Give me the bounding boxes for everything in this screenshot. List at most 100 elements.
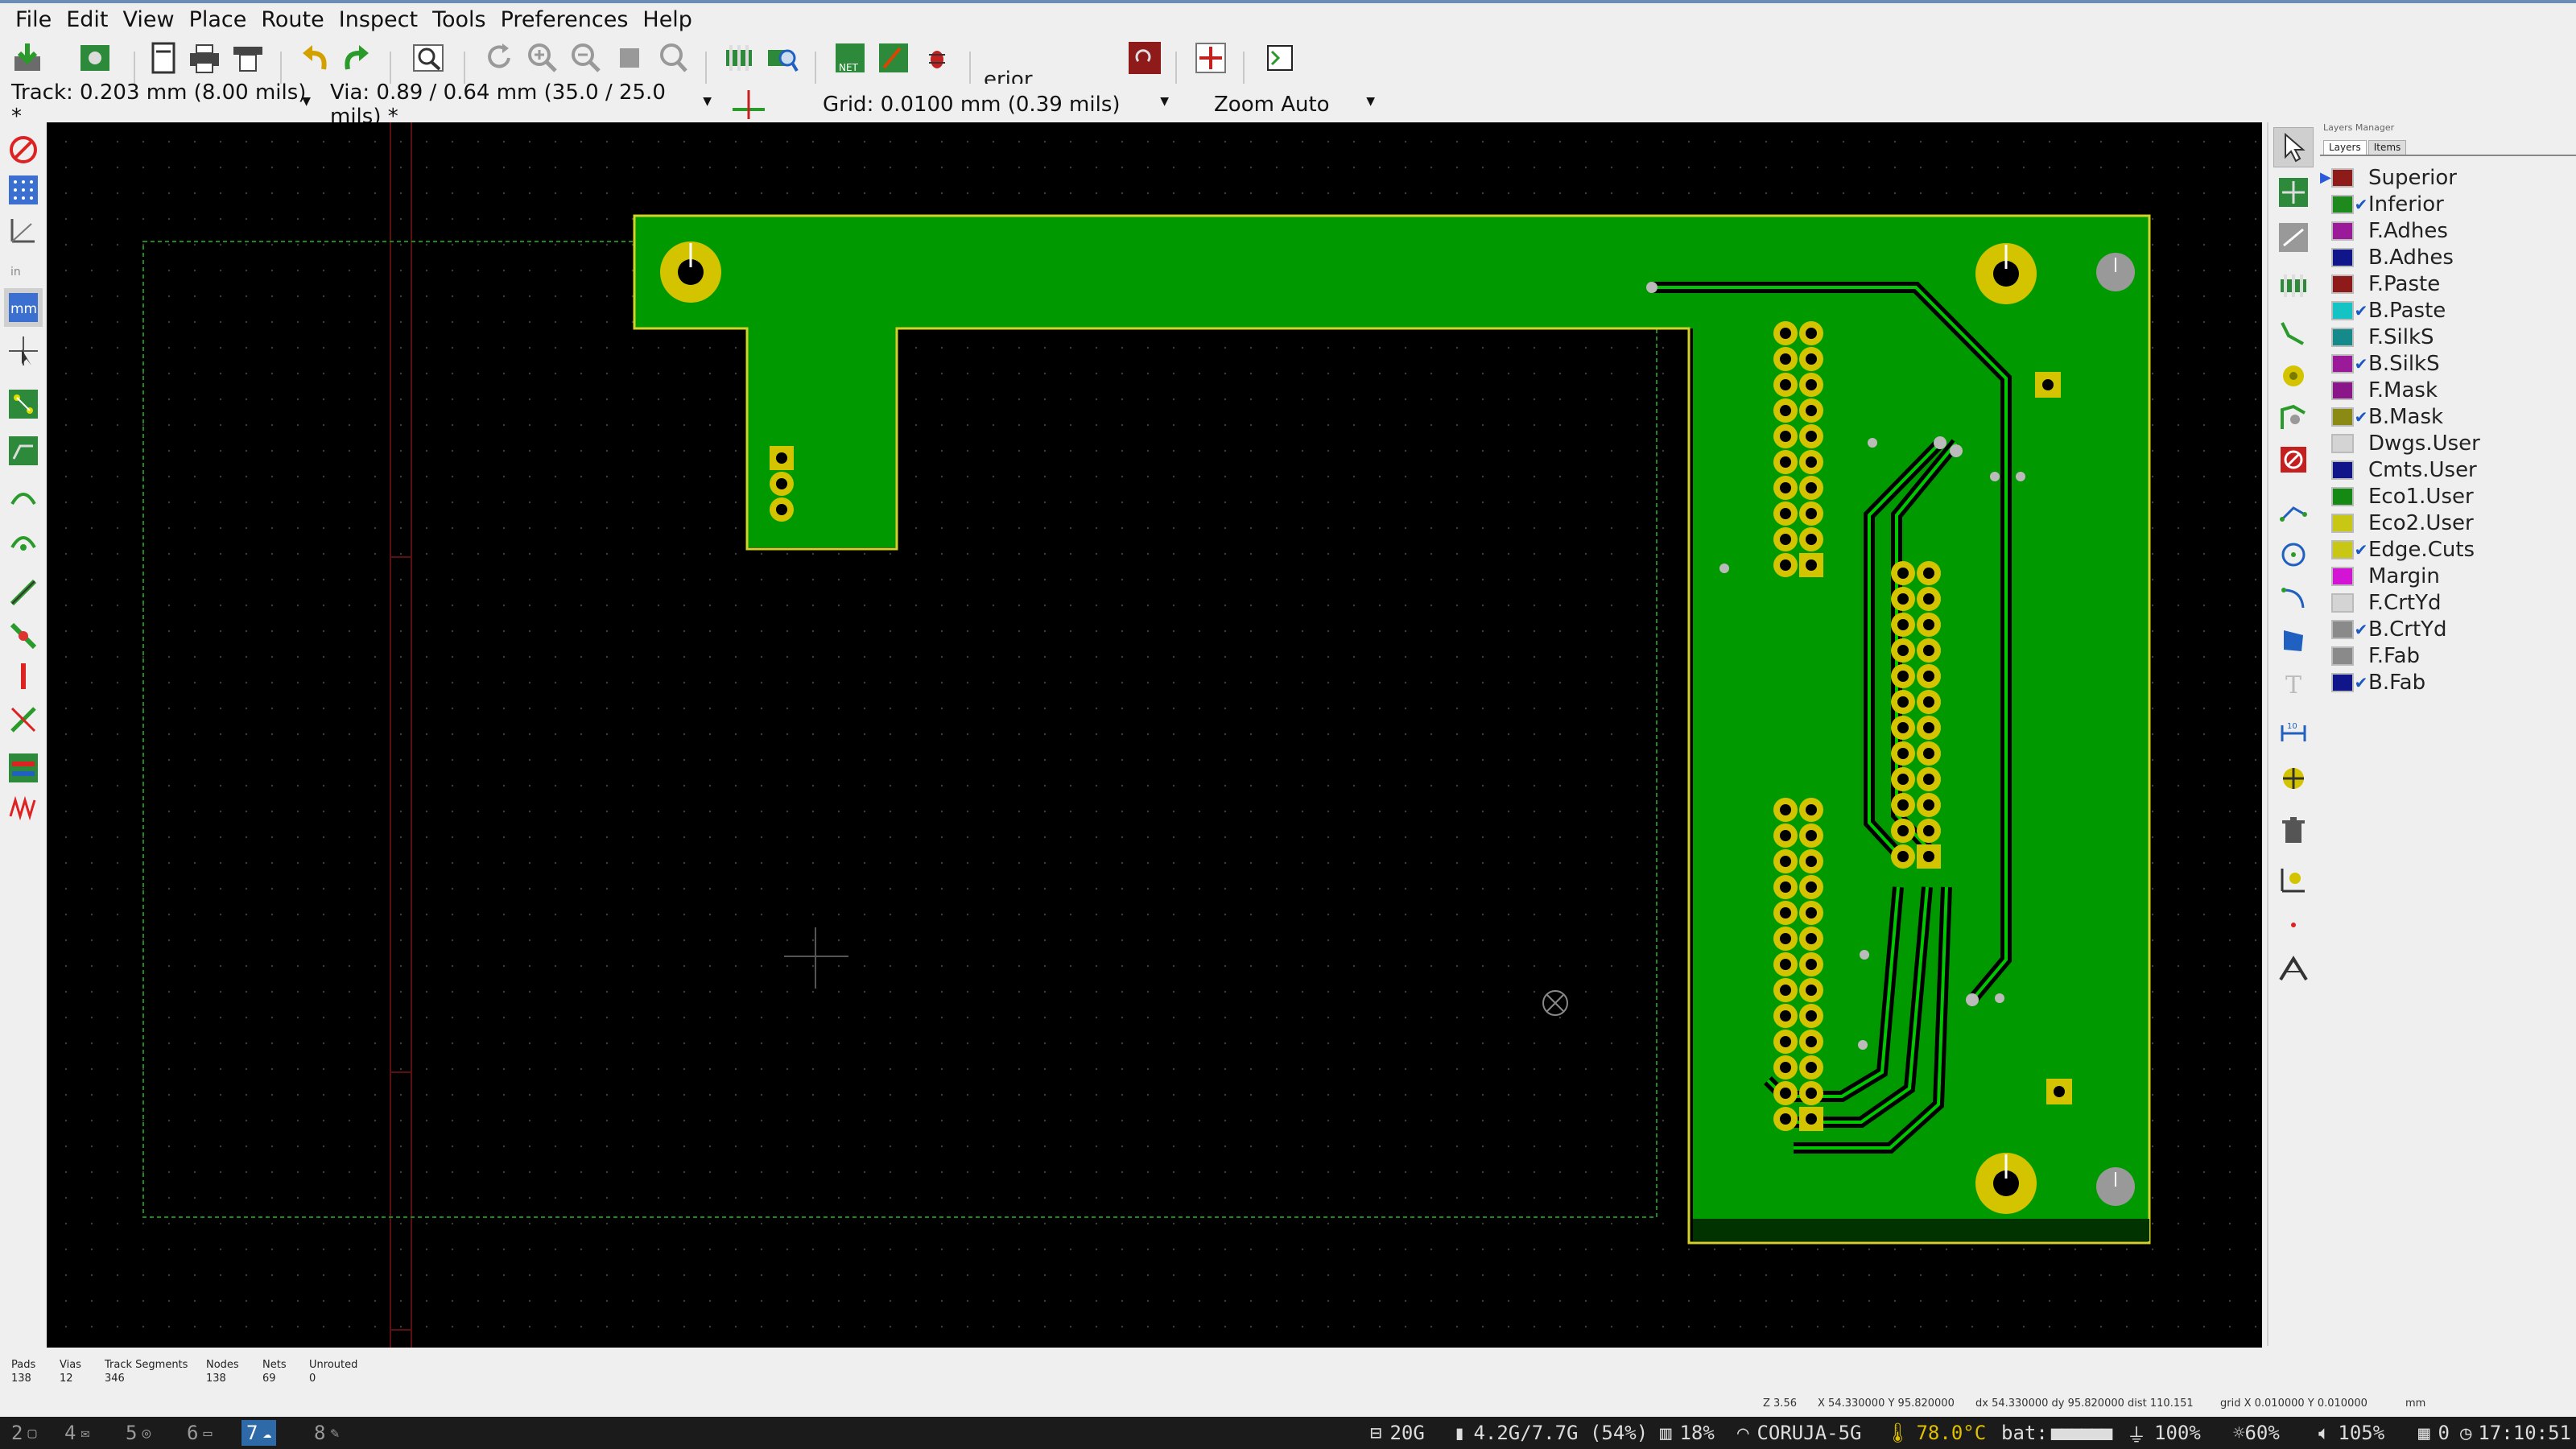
layer-visibility-checkbox[interactable]: ✔ <box>2354 540 2368 559</box>
test-pad[interactable] <box>2035 372 2061 398</box>
menu-tools[interactable]: Tools <box>425 7 493 32</box>
workspace-6[interactable]: 6 ▭ <box>182 1420 217 1446</box>
zoom-selection-button[interactable] <box>652 37 694 79</box>
layer-visibility-checkbox[interactable]: ✔ <box>2354 195 2368 214</box>
mounting-hole[interactable] <box>660 242 721 303</box>
layer-row[interactable]: Dwgs.User <box>2320 430 2570 456</box>
layer-color-swatch[interactable] <box>2331 300 2354 320</box>
mm-units-button[interactable]: mm <box>4 288 43 327</box>
grid-select[interactable]: Grid: 0.0100 mm (0.39 mils) ▼ <box>815 87 1175 122</box>
layer-visibility-checkbox[interactable] <box>2354 567 2368 586</box>
add-polygon-button[interactable] <box>2273 621 2314 662</box>
cursor-shape-button[interactable] <box>4 332 43 370</box>
layer-row[interactable]: Cmts.User <box>2320 456 2570 483</box>
menu-preferences[interactable]: Preferences <box>493 7 636 32</box>
layer-visibility-checkbox[interactable] <box>2354 514 2368 533</box>
menu-route[interactable]: Route <box>254 7 331 32</box>
layer-visibility-checkbox[interactable] <box>2354 593 2368 613</box>
wifi-indicator[interactable]: ◠ CORUJA-5G <box>1737 1420 1862 1446</box>
add-zone-button[interactable] <box>2273 398 2314 438</box>
layer-color-swatch[interactable] <box>2331 672 2354 692</box>
scripting-console-button[interactable] <box>1259 37 1301 79</box>
layer-color-swatch[interactable] <box>2331 353 2354 374</box>
layer-color-swatch[interactable] <box>2331 327 2354 347</box>
layer-color-swatch[interactable] <box>2331 513 2354 533</box>
layer-color-swatch[interactable] <box>2331 380 2354 400</box>
menu-help[interactable]: Help <box>635 7 700 32</box>
sketch-zones-button[interactable] <box>4 700 43 739</box>
workspace-7[interactable]: 7 ☁ <box>242 1420 277 1446</box>
tab-layers[interactable]: Layers <box>2323 140 2367 156</box>
page-settings-button[interactable] <box>142 37 184 79</box>
layer-visibility-checkbox[interactable]: ✔ <box>2354 407 2368 427</box>
layer-row[interactable]: F.Mask <box>2320 377 2570 403</box>
layer-row[interactable]: Margin <box>2320 563 2570 589</box>
layer-color-swatch[interactable] <box>2331 221 2354 241</box>
undo-button[interactable] <box>293 37 335 79</box>
microwave-button[interactable] <box>1190 37 1232 79</box>
inch-units-button[interactable]: in <box>4 251 43 290</box>
local-ratsnest-button[interactable] <box>4 520 43 559</box>
high-contrast-button[interactable] <box>4 749 43 787</box>
workspace-5[interactable]: 5 ◎ <box>121 1420 155 1446</box>
header-3pin[interactable] <box>770 446 794 522</box>
grid-toggle-button[interactable] <box>4 171 43 209</box>
print-button[interactable] <box>184 37 225 79</box>
layer-color-swatch[interactable] <box>2331 592 2354 613</box>
layer-visibility-checkbox[interactable] <box>2354 646 2368 666</box>
layer-visibility-checkbox[interactable] <box>2354 248 2368 267</box>
redo-button[interactable] <box>336 37 378 79</box>
footprint-editor-button[interactable] <box>718 37 760 79</box>
workspace-2[interactable]: 2 ▢ <box>6 1420 41 1446</box>
workspace-4[interactable]: 4 ✉ <box>60 1420 94 1446</box>
layer-color-swatch[interactable] <box>2331 619 2354 639</box>
layer-pair-button[interactable] <box>1124 37 1166 79</box>
sketch-tracks-button[interactable] <box>4 573 43 612</box>
fiducial[interactable] <box>2096 1167 2135 1206</box>
layer-row[interactable]: ✔ B.Fab <box>2320 669 2570 696</box>
layer-color-swatch[interactable] <box>2331 566 2354 586</box>
volume-indicator[interactable]: 🔈︎ 105% <box>2318 1420 2384 1446</box>
auto-track-width-button[interactable] <box>729 85 768 124</box>
mounting-hole[interactable] <box>1975 243 2037 304</box>
highlight-net-button[interactable] <box>2273 172 2314 213</box>
layer-row[interactable]: ✔ Edge.Cuts <box>2320 536 2570 563</box>
test-pad[interactable] <box>2046 1079 2072 1104</box>
add-target-button[interactable] <box>2273 758 2314 799</box>
zoom-out-button[interactable] <box>565 37 607 79</box>
layer-color-swatch[interactable] <box>2331 486 2354 506</box>
layer-visibility-checkbox[interactable] <box>2354 460 2368 480</box>
layer-row[interactable]: Eco2.User <box>2320 510 2570 536</box>
mounting-hole[interactable] <box>1975 1153 2037 1214</box>
sketch-vias-button[interactable] <box>4 617 43 655</box>
layer-color-swatch[interactable] <box>2331 646 2354 666</box>
menu-view[interactable]: View <box>115 7 181 32</box>
layer-row[interactable]: F.CrtYd <box>2320 589 2570 616</box>
layer-color-swatch[interactable] <box>2331 460 2354 480</box>
layer-row[interactable]: F.Adhes <box>2320 217 2570 244</box>
menu-inspect[interactable]: Inspect <box>332 7 425 32</box>
layer-row[interactable]: ✔ B.SilkS <box>2320 350 2570 377</box>
microwave-tools-button[interactable] <box>4 789 43 828</box>
board-setup-button[interactable] <box>74 37 116 79</box>
add-keepout-button[interactable] <box>2273 440 2314 480</box>
measure-button[interactable] <box>2273 948 2314 989</box>
menu-place[interactable]: Place <box>182 7 254 32</box>
netlist-button[interactable]: NET <box>829 37 871 79</box>
layer-color-swatch[interactable] <box>2331 274 2354 294</box>
layer-color-swatch[interactable] <box>2331 247 2354 267</box>
layer-row[interactable]: ▶ Superior <box>2320 164 2570 191</box>
fiducial[interactable] <box>2096 253 2135 291</box>
grid-origin-button[interactable] <box>2273 905 2314 945</box>
layer-row[interactable]: ✔ B.CrtYd <box>2320 616 2570 642</box>
add-circle-button[interactable] <box>2273 535 2314 575</box>
layer-row[interactable]: ✔ B.Mask <box>2320 403 2570 430</box>
zoom-fit-button[interactable] <box>609 37 650 79</box>
zoom-in-button[interactable] <box>522 37 564 79</box>
tab-items[interactable]: Items <box>2368 140 2407 156</box>
add-via-button[interactable] <box>2273 356 2314 396</box>
drc-off-button[interactable] <box>4 130 43 169</box>
menu-file[interactable]: File <box>8 7 59 32</box>
local-ratsnest-tool-button[interactable] <box>2273 217 2314 258</box>
drill-origin-button[interactable] <box>2273 860 2314 900</box>
